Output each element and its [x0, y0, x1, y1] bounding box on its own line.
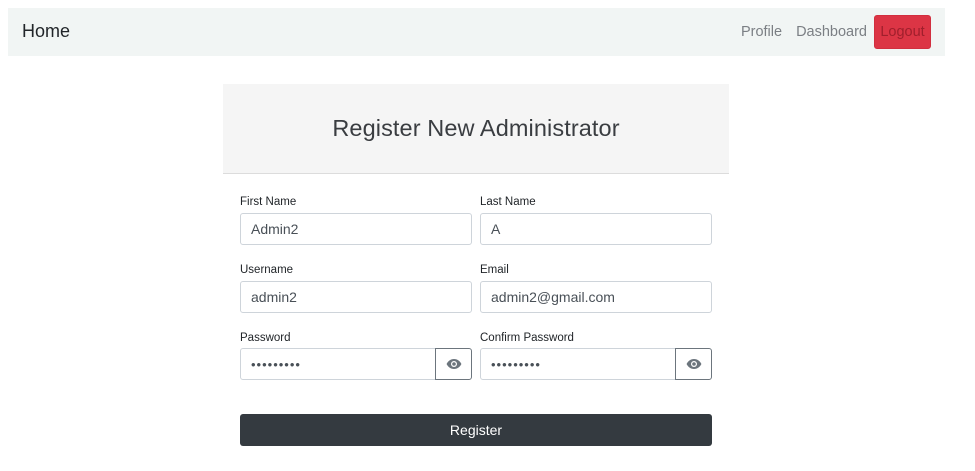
- logout-button[interactable]: Logout: [874, 15, 931, 49]
- username-label: Username: [240, 264, 294, 276]
- dashboard-link[interactable]: Dashboard: [796, 24, 867, 40]
- confirm-password-field[interactable]: [480, 348, 676, 380]
- first-name-field[interactable]: [240, 213, 472, 245]
- eye-icon: [446, 359, 461, 369]
- card-header: Register New Administrator: [223, 84, 729, 174]
- eye-icon: [686, 359, 701, 369]
- password-field[interactable]: [240, 348, 436, 380]
- toggle-password-button[interactable]: [435, 348, 472, 380]
- email-field[interactable]: [480, 281, 712, 313]
- first-name-label: First Name: [240, 196, 297, 208]
- profile-link[interactable]: Profile: [741, 24, 782, 40]
- email-label: Email: [480, 264, 509, 276]
- home-link[interactable]: Home: [22, 21, 70, 42]
- register-button[interactable]: Register: [240, 414, 712, 446]
- username-field[interactable]: [240, 281, 472, 313]
- toggle-confirm-password-button[interactable]: [675, 348, 712, 380]
- nav-links: Profile Dashboard Logout: [741, 15, 931, 49]
- navbar: Home Profile Dashboard Logout: [8, 8, 945, 56]
- last-name-field[interactable]: [480, 213, 712, 245]
- page-title: Register New Administrator: [332, 115, 620, 141]
- password-label: Password: [240, 332, 291, 344]
- confirm-password-label: Confirm Password: [480, 332, 574, 344]
- last-name-label: Last Name: [480, 196, 536, 208]
